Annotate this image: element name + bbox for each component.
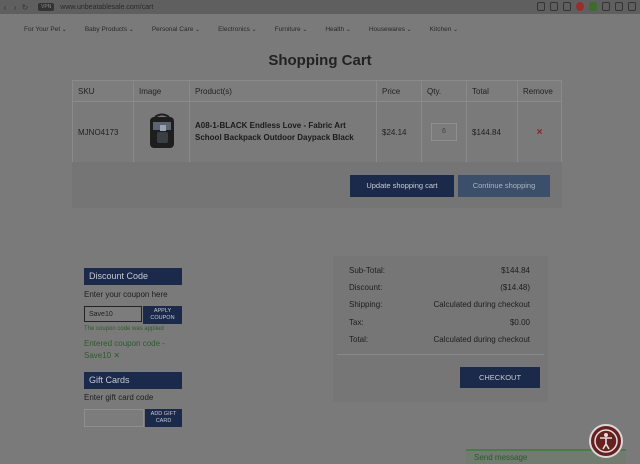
col-price: Price (376, 80, 422, 102)
translate-icon[interactable] (563, 2, 571, 11)
subtotal-value: $144.84 (501, 266, 530, 275)
quantity-input[interactable]: 6 (431, 123, 457, 141)
accessibility-icon (594, 429, 618, 453)
profile-icon[interactable] (628, 2, 636, 11)
subtotal-label: Sub-Total: (349, 266, 386, 275)
summary-subtotal: Sub-Total: $144.84 (349, 266, 530, 275)
col-sku: SKU (72, 80, 134, 102)
nav-item-baby[interactable]: Baby Products (85, 26, 134, 33)
coupon-applied-note: The coupon code was applied (84, 326, 164, 332)
apply-label-line1: APPLY (153, 308, 172, 314)
table-row: MJNO4173 A08-1-BLACK Endless Love - Fabr… (72, 101, 562, 163)
extension-icon[interactable] (576, 2, 584, 11)
cart-table: SKU Image Product(s) Price Qty. Total Re… (72, 80, 562, 163)
vpn-badge[interactable]: VPN (38, 3, 55, 11)
coupon-input[interactable]: Save10 (84, 306, 142, 322)
cart-actions: Update shopping cart Continue shopping (72, 162, 562, 208)
nav-item-kitchen[interactable]: Kitchen (430, 26, 458, 33)
summary-tax: Tax: $0.00 (349, 318, 530, 327)
page: ‹ › ↻ VPN www.unbeatablesale.com/cart Fo… (0, 0, 640, 464)
extension-icons (537, 2, 636, 11)
col-remove: Remove (517, 80, 562, 102)
discount-label: Discount: (349, 283, 383, 292)
nav-item-health[interactable]: Health (325, 26, 351, 33)
share-icon[interactable] (550, 2, 558, 11)
update-cart-button[interactable]: Update shopping cart (350, 175, 454, 197)
address-bar[interactable]: www.unbeatablesale.com/cart (60, 4, 153, 11)
extension-icon[interactable] (589, 2, 597, 11)
backpack-image[interactable] (143, 113, 181, 151)
total-label: Total: (349, 335, 369, 344)
item-product-name[interactable]: A08-1-BLACK Endless Love - Fabric Art Sc… (195, 120, 371, 144)
remove-coupon-icon[interactable]: ✕ (113, 351, 120, 360)
nav-item-housewares[interactable]: Housewares (369, 26, 412, 33)
discount-heading: Discount Code (84, 268, 182, 285)
back-icon[interactable]: ‹ (0, 3, 10, 12)
tax-label: Tax: (349, 318, 364, 327)
checkout-button[interactable]: CHECKOUT (460, 367, 540, 388)
tax-value: $0.00 (509, 318, 530, 327)
shipping-label: Shipping: (349, 300, 383, 309)
nav-item-electronics[interactable]: Electronics (218, 26, 257, 33)
table-header-row: SKU Image Product(s) Price Qty. Total Re… (72, 80, 562, 102)
shipping-value: Calculated during checkout (433, 300, 530, 309)
col-qty: Qty. (421, 80, 467, 102)
summary-discount: Discount: ($14.48) (349, 283, 530, 292)
item-image-cell (133, 101, 190, 163)
total-value: Calculated during checkout (433, 335, 530, 344)
summary-divider (337, 354, 544, 355)
reload-icon[interactable]: ↻ (20, 3, 30, 12)
nav-item-furniture[interactable]: Furniture (275, 26, 308, 33)
entered-coupon: Entered coupon code - Save10 ✕ (84, 338, 184, 362)
item-price: $24.14 (376, 101, 422, 163)
add-gift-card-button[interactable]: ADD GIFT CARD (145, 409, 182, 427)
item-sku: MJNO4173 (72, 101, 134, 163)
giftcards-heading: Gift Cards (84, 372, 182, 389)
page-title: Shopping Cart (268, 52, 372, 69)
entered-coupon-label: Entered coupon code - (84, 339, 165, 348)
forward-icon[interactable]: › (10, 3, 20, 12)
discount-prompt: Enter your coupon here (84, 290, 168, 299)
puzzle-icon[interactable] (602, 2, 610, 11)
summary-total: Total: Calculated during checkout (349, 335, 530, 344)
nav-item-pet[interactable]: For Your Pet (24, 26, 67, 33)
nav-item-personal-care[interactable]: Personal Care (152, 26, 200, 33)
apply-label-line2: COUPON (150, 315, 175, 321)
category-nav: For Your Pet Baby Products Personal Care… (24, 26, 458, 33)
add-gift-label-line2: CARD (155, 418, 172, 424)
item-total: $144.84 (466, 101, 518, 163)
col-product: Product(s) (189, 80, 377, 102)
add-gift-label-line1: ADD GIFT (150, 411, 177, 417)
col-total: Total (466, 80, 518, 102)
continue-shopping-button[interactable]: Continue shopping (458, 175, 550, 197)
col-image: Image (133, 80, 190, 102)
remove-icon[interactable]: × (523, 127, 556, 138)
discount-value: ($14.48) (500, 283, 530, 292)
giftcard-prompt: Enter gift card code (84, 393, 154, 402)
accessibility-button[interactable] (589, 424, 623, 458)
apply-coupon-button[interactable]: APPLY COUPON (143, 306, 182, 324)
order-summary: Sub-Total: $144.84 Discount: ($14.48) Sh… (333, 256, 548, 402)
summary-shipping: Shipping: Calculated during checkout (349, 300, 530, 309)
download-icon[interactable] (615, 2, 623, 11)
bookmark-icon[interactable] (537, 2, 545, 11)
entered-coupon-code: Save10 (84, 351, 112, 360)
browser-toolbar: ‹ › ↻ VPN www.unbeatablesale.com/cart (0, 0, 640, 14)
giftcard-input[interactable] (84, 409, 144, 427)
